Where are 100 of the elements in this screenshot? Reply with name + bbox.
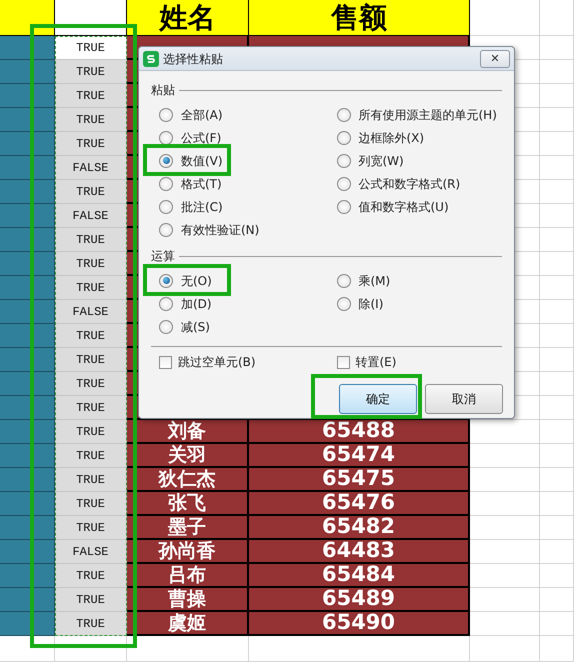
table-cell: 张飞	[127, 492, 249, 516]
radio-button[interactable]	[336, 108, 350, 122]
table-cell: 65488	[249, 420, 470, 444]
table-cell	[0, 492, 55, 516]
table-cell	[470, 612, 540, 636]
table-cell: TRUE	[55, 324, 127, 348]
table-cell	[0, 132, 55, 156]
table-cell	[0, 36, 55, 60]
table-cell	[470, 444, 540, 468]
table-cell: TRUE	[55, 564, 127, 588]
table-cell	[0, 612, 55, 636]
radio-option[interactable]: 乘(M)	[336, 272, 390, 290]
radio-option[interactable]: 全部(A)	[159, 106, 223, 124]
radio-button[interactable]	[159, 296, 173, 310]
radio-button[interactable]	[336, 200, 350, 214]
table-cell	[540, 540, 574, 564]
checkbox-option[interactable]: 转置(E)	[336, 353, 396, 371]
table-cell: TRUE	[55, 444, 127, 468]
dialog-button[interactable]: 取消	[425, 384, 503, 414]
table-cell: FALSE	[55, 204, 127, 228]
table-cell	[540, 252, 574, 276]
table-cell	[0, 252, 55, 276]
table-cell	[470, 420, 540, 444]
table-cell	[540, 276, 574, 300]
table-cell: TRUE	[55, 228, 127, 252]
radio-button[interactable]	[336, 154, 350, 168]
table-cell: TRUE	[55, 132, 127, 156]
table-cell	[540, 204, 574, 228]
table-cell	[0, 0, 55, 36]
table-cell	[0, 540, 55, 564]
table-cell: 65482	[249, 516, 470, 540]
table-cell	[0, 420, 55, 444]
table-cell: 吕布	[127, 564, 249, 588]
table-cell	[0, 84, 55, 108]
table-cell	[0, 324, 55, 348]
radio-option[interactable]: 列宽(W)	[336, 152, 404, 170]
table-cell	[540, 60, 574, 84]
table-cell: TRUE	[55, 396, 127, 420]
table-cell	[470, 588, 540, 612]
radio-option[interactable]: 无(O)	[159, 272, 212, 290]
table-cell	[0, 516, 55, 540]
radio-button[interactable]	[336, 130, 350, 144]
close-button[interactable]: ✕	[480, 50, 510, 68]
radio-option[interactable]: 数值(V)	[159, 152, 223, 170]
radio-button[interactable]	[159, 320, 173, 334]
table-cell: 孙尚香	[127, 540, 249, 564]
checkbox[interactable]	[159, 356, 172, 368]
dialog-button[interactable]: 确定	[339, 384, 417, 414]
table-cell: FALSE	[55, 300, 127, 324]
table-cell	[540, 84, 574, 108]
radio-option[interactable]: 格式(T)	[159, 174, 222, 192]
radio-button[interactable]	[159, 130, 173, 144]
radio-button[interactable]	[159, 108, 173, 122]
window-title: 选择性粘贴	[163, 50, 224, 68]
table-cell	[0, 276, 55, 300]
radio-option[interactable]: 批注(C)	[159, 198, 223, 216]
table-cell	[540, 300, 574, 324]
table-cell: 狄仁杰	[127, 468, 249, 492]
radio-option[interactable]: 减(S)	[159, 318, 210, 336]
table-cell	[540, 228, 574, 252]
radio-button[interactable]	[336, 296, 350, 310]
table-cell	[470, 516, 540, 540]
radio-button[interactable]	[159, 274, 173, 288]
section-label: 运算	[151, 248, 175, 265]
table-cell: TRUE	[55, 516, 127, 540]
table-cell	[540, 156, 574, 180]
radio-option[interactable]: 所有使用源主题的单元(H)	[336, 106, 497, 124]
radio-option[interactable]: 值和数字格式(U)	[336, 198, 449, 216]
radio-button[interactable]	[336, 176, 350, 190]
table-cell	[0, 156, 55, 180]
table-cell: TRUE	[55, 468, 127, 492]
radio-option[interactable]: 公式(F)	[159, 128, 222, 146]
table-cell: FALSE	[55, 540, 127, 564]
table-cell: 65474	[249, 444, 470, 468]
table-cell	[540, 0, 574, 36]
table-cell	[0, 348, 55, 372]
table-cell	[540, 492, 574, 516]
radio-option[interactable]: 公式和数字格式(R)	[336, 174, 460, 192]
table-cell: 刘备	[127, 420, 249, 444]
table-cell: 65490	[249, 612, 470, 636]
table-cell: TRUE	[55, 348, 127, 372]
radio-button[interactable]	[159, 200, 173, 214]
radio-option[interactable]: 边框除外(X)	[336, 128, 424, 146]
radio-button[interactable]	[159, 154, 173, 168]
table-cell	[0, 564, 55, 588]
checkbox-option[interactable]: 跳过空单元(B)	[159, 353, 256, 371]
checkbox[interactable]	[336, 356, 350, 368]
table-cell	[540, 348, 574, 372]
table-cell: 65489	[249, 588, 470, 612]
radio-option[interactable]: 有效性验证(N)	[159, 220, 260, 238]
table-cell: TRUE	[55, 420, 127, 444]
table-cell	[55, 636, 127, 662]
table-cell	[540, 108, 574, 132]
table-cell	[470, 636, 540, 662]
radio-option[interactable]: 除(I)	[336, 294, 384, 312]
radio-button[interactable]	[159, 176, 173, 190]
radio-option[interactable]: 加(D)	[159, 294, 212, 312]
radio-button[interactable]	[159, 222, 173, 236]
section-label: 粘贴	[151, 82, 175, 99]
radio-button[interactable]	[336, 274, 350, 288]
